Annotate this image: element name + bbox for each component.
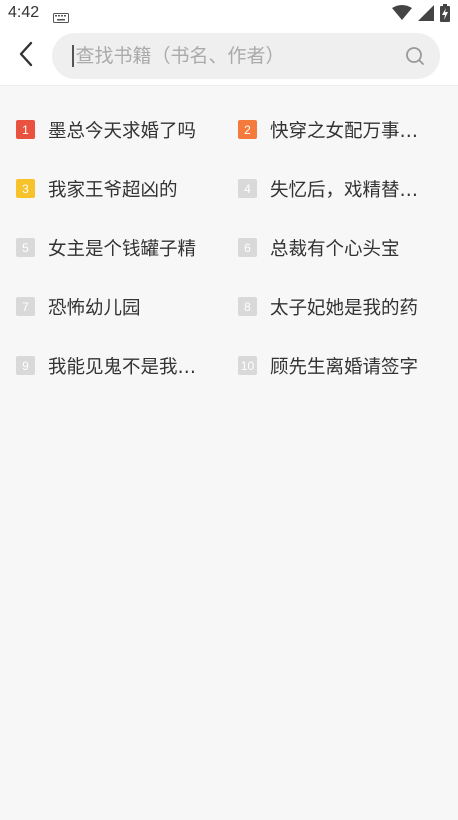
book-title: 总裁有个心头宝 [270,238,400,260]
rank-badge: 1 [16,120,35,139]
book-title: 太子妃她是我的药 [270,297,419,319]
search-input[interactable] [75,44,404,67]
book-title: 我能见鬼不是我… [48,356,197,378]
list-item[interactable]: 5 女主是个钱罐子精 [0,218,222,277]
rank-badge: 10 [238,356,257,375]
wifi-icon [392,5,412,25]
chevron-left-icon [18,41,34,71]
list-item[interactable]: 1 墨总今天求婚了吗 [0,100,222,159]
list-item[interactable]: 2 快穿之女配万事… [222,100,444,159]
battery-charging-icon [440,4,450,26]
rank-badge: 3 [16,179,35,198]
status-bar: 4:42 [0,0,458,26]
signal-icon [418,5,434,25]
book-title: 快穿之女配万事… [270,120,419,142]
rank-badge: 4 [238,179,257,198]
rank-badge: 7 [16,297,35,316]
search-box[interactable] [52,32,440,79]
book-title: 我家王爷超凶的 [48,179,178,201]
list-item[interactable]: 7 恐怖幼儿园 [0,277,222,336]
list-item[interactable]: 8 太子妃她是我的药 [222,277,444,336]
list-item[interactable]: 10 顾先生离婚请签字 [222,336,444,395]
rank-badge: 9 [16,356,35,375]
list-item[interactable]: 9 我能见鬼不是我… [0,336,222,395]
book-title: 失忆后，戏精替… [270,179,419,201]
search-header [0,26,458,86]
list-item[interactable]: 3 我家王爷超凶的 [0,159,222,218]
keyboard-icon [53,8,70,23]
back-button[interactable] [10,36,42,76]
status-time: 4:42 [8,4,40,21]
list-item[interactable]: 6 总裁有个心头宝 [222,218,444,277]
book-title: 恐怖幼儿园 [48,297,141,319]
rank-badge: 5 [16,238,35,257]
book-title: 墨总今天求婚了吗 [48,120,197,142]
book-title: 女主是个钱罐子精 [48,238,197,260]
rank-badge: 6 [238,238,257,257]
text-cursor [72,44,74,67]
hot-search-list: 1 墨总今天求婚了吗 2 快穿之女配万事… 3 我家王爷超凶的 4 失忆后，戏精… [0,86,458,395]
search-icon[interactable] [404,45,426,67]
rank-badge: 8 [238,297,257,316]
book-title: 顾先生离婚请签字 [270,356,419,378]
rank-badge: 2 [238,120,257,139]
list-item[interactable]: 4 失忆后，戏精替… [222,159,444,218]
